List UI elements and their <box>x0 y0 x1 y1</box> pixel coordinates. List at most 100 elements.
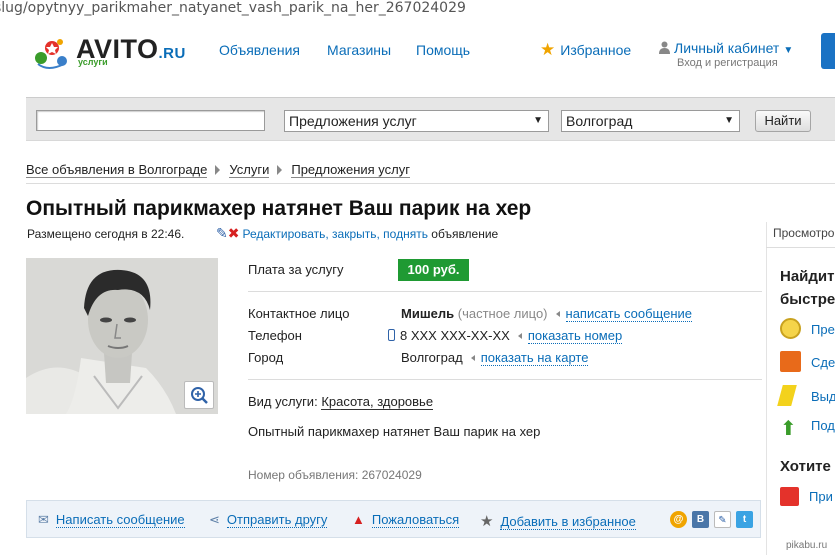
action-bar: ✉ Написать сообщение ⋖ Отправить другу ▲ По… <box>26 500 761 538</box>
breadcrumb: Все объявления в Волгограде Услуги Предлож… <box>26 162 410 178</box>
complain-label: Пожаловаться <box>371 512 460 528</box>
contact-name: Мишель <box>401 306 455 321</box>
triangle-left-icon <box>517 333 522 339</box>
mail-share-icon[interactable]: @ <box>670 511 687 528</box>
edit-suffix: объявление <box>431 227 499 241</box>
sidebar-item-label: Пре <box>811 322 835 337</box>
sidebar-heading: Найдит быстре <box>780 265 835 311</box>
logo-subtitle: услуги <box>78 57 108 67</box>
sidebar-item-highlight[interactable]: Выд <box>777 385 835 406</box>
chevron-down-icon: ▼ <box>724 115 734 126</box>
posted-time: Размещено сегодня в 22:46. <box>27 227 185 241</box>
add-favorite-button[interactable]: ★ Добавить в избранное <box>480 512 636 530</box>
edit-link[interactable]: Редактировать, закрыть, поднять <box>242 227 427 241</box>
sidebar-item-label: При <box>809 489 833 504</box>
sidebar-item-premium[interactable]: Пре <box>780 318 835 339</box>
envelope-icon: ✉ <box>38 512 49 527</box>
phone-icon <box>388 329 395 341</box>
breadcrumb-offers[interactable]: Предложения услуг <box>291 162 410 178</box>
star-icon: ★ <box>540 40 556 59</box>
nav-help[interactable]: Помощь <box>416 42 470 58</box>
zoom-in-icon <box>191 387 208 404</box>
category-select[interactable]: Предложения услуг ▼ <box>284 110 549 132</box>
category-value: Предложения услуг <box>289 113 417 129</box>
sidebar-viewed-tab[interactable]: Просмотро <box>773 226 834 240</box>
ad-number: Номер объявления: 267024029 <box>248 468 422 482</box>
logo-ru: .RU <box>158 45 186 62</box>
sidebar-item-label: Под <box>811 418 835 433</box>
post-ad-button-edge[interactable] <box>821 33 835 69</box>
service-label: Вид услуги: <box>248 394 318 409</box>
search-button[interactable]: Найти <box>755 110 811 132</box>
star-icon: ★ <box>480 513 494 530</box>
service-category-link[interactable]: Красота, здоровье <box>321 394 434 410</box>
write-message-link[interactable]: написать сообщение <box>565 306 693 322</box>
contact-row: Мишель (частное лицо) написать сообщение <box>401 306 693 322</box>
coin-icon <box>780 318 801 339</box>
gift-icon <box>780 487 799 506</box>
service-row: Вид услуги: Красота, здоровье <box>248 394 434 410</box>
complain-button[interactable]: ▲ Пожаловаться <box>352 512 460 528</box>
city-row: Волгоград показать на карте <box>401 350 589 366</box>
sidebar-item-vip[interactable]: Сде <box>780 351 835 372</box>
vip-icon <box>780 351 801 372</box>
edit-row: ✎✖ Редактировать, закрыть, поднять объявл… <box>216 225 498 242</box>
favorites-label: Избранное <box>560 42 632 58</box>
nav-cabinet[interactable]: Личный кабинет ▼ <box>659 40 793 56</box>
sidebar-item-gift[interactable]: При <box>780 487 833 506</box>
divider <box>766 247 835 248</box>
livejournal-share-icon[interactable]: ✎ <box>714 511 731 528</box>
send-friend-button[interactable]: ⋖ Отправить другу <box>209 512 328 528</box>
logo-mark-icon <box>35 39 67 69</box>
send-friend-label: Отправить другу <box>226 512 328 528</box>
show-number-link[interactable]: показать номер <box>527 328 623 344</box>
contact-type: (частное лицо) <box>457 306 548 321</box>
show-map-link[interactable]: показать на карте <box>480 350 589 366</box>
city-value: Волгоград <box>401 350 463 365</box>
ad-description: Опытный парикмахер натянет Ваш парик на … <box>248 424 541 439</box>
vk-share-icon[interactable]: B <box>692 511 709 528</box>
breadcrumb-separator-icon <box>277 165 283 175</box>
avito-logo[interactable]: AVITO.RU услуги <box>32 34 202 72</box>
breadcrumb-services[interactable]: Услуги <box>229 162 270 178</box>
divider <box>248 291 762 292</box>
share-icon: ⋖ <box>209 512 220 527</box>
watermark: pikabu.ru <box>786 540 828 551</box>
phone-row: 8 XXX XXX-XX-XX показать номер <box>388 328 623 344</box>
twitter-share-icon[interactable]: t <box>736 511 753 528</box>
page-title: Опытный парикмахер натянет Ваш парик на … <box>26 197 532 220</box>
triangle-left-icon <box>555 311 560 317</box>
search-input[interactable] <box>36 110 265 131</box>
nav-shops[interactable]: Магазины <box>327 42 391 58</box>
phone-number: 8 XXX XXX-XX-XX <box>400 328 510 343</box>
sidebar-item-raise[interactable]: ⬆ Под <box>780 418 835 440</box>
cabinet-subtitle[interactable]: Вход и регистрация <box>677 57 778 69</box>
nav-favorites[interactable]: ★ Избранное <box>540 40 631 60</box>
sidebar-divider <box>766 222 767 555</box>
chevron-down-icon: ▼ <box>533 115 543 126</box>
warning-icon: ▲ <box>352 512 365 527</box>
sidebar-heading-2: Хотите <box>780 458 831 475</box>
sidebar-heading-line2: быстре <box>780 291 835 308</box>
nav-ads[interactable]: Объявления <box>219 42 300 58</box>
sidebar-item-label: Сде <box>811 355 835 370</box>
url-text: slug/opytnyy_parikmaher_natyanet_vash_pa… <box>0 0 466 16</box>
zoom-button[interactable] <box>184 381 214 409</box>
add-favorite-label: Добавить в избранное <box>500 514 636 530</box>
price-label: Плата за услугу <box>248 262 344 277</box>
breadcrumb-all[interactable]: Все объявления в Волгограде <box>26 162 208 178</box>
write-message-label: Написать сообщение <box>55 512 185 528</box>
contact-label: Контактное лицо <box>248 306 350 321</box>
url-bar[interactable]: slug/opytnyy_parikmaher_natyanet_vash_pa… <box>0 0 835 19</box>
cabinet-caret-icon: ▼ <box>783 45 794 56</box>
sidebar-heading-line1: Найдит <box>780 268 835 285</box>
arrow-up-icon: ⬆ <box>780 418 797 440</box>
search-panel: Предложения услуг ▼ Волгоград ▼ Найти <box>26 97 835 141</box>
city-value: Волгоград <box>566 113 633 129</box>
cabinet-label: Личный кабинет <box>674 40 780 56</box>
pencil-icon[interactable]: ✎ <box>216 225 228 241</box>
write-message-button[interactable]: ✉ Написать сообщение <box>38 512 185 528</box>
divider <box>248 379 762 380</box>
city-select[interactable]: Волгоград ▼ <box>561 110 740 132</box>
close-icon[interactable]: ✖ <box>228 225 240 241</box>
